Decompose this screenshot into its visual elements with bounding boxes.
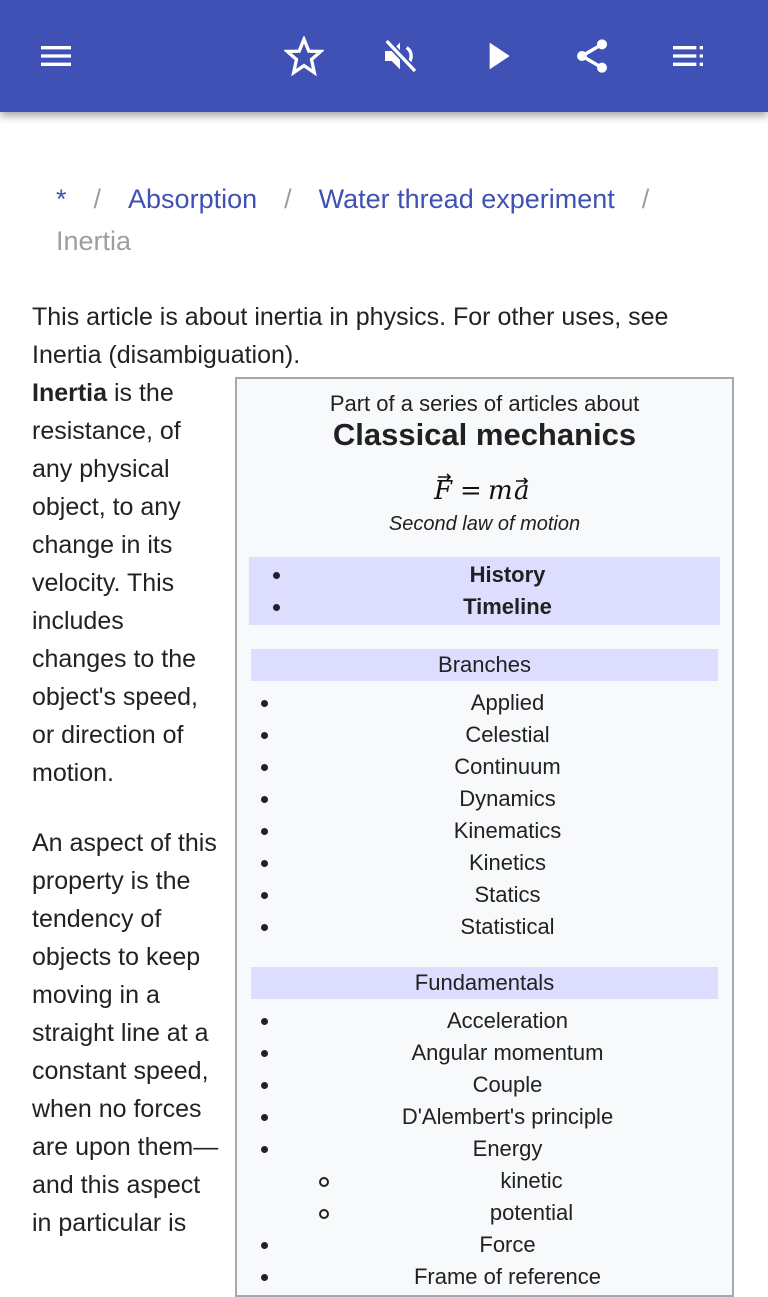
list-item[interactable]: Celestial: [237, 719, 732, 751]
list-item[interactable]: Applied: [237, 687, 732, 719]
list-item[interactable]: Couple: [237, 1069, 732, 1101]
branches-list: Applied Celestial Continuum Dynamics Kin…: [237, 687, 732, 943]
list-item[interactable]: Force: [237, 1229, 732, 1261]
breadcrumb-water-thread[interactable]: Water thread experiment: [319, 184, 615, 214]
formula-image: F = m a: [433, 473, 529, 506]
infobox-highlight: History Timeline: [249, 557, 720, 625]
menu-button[interactable]: [32, 32, 80, 80]
infobox-above: Part of a series of articles about: [329, 391, 640, 416]
share-icon: [577, 39, 607, 73]
article-body: Inertia is the resistance, of any physic…: [32, 374, 222, 1274]
volume-off-icon: [384, 38, 418, 74]
paragraph: Inertia is the resistance, of any physic…: [32, 374, 222, 792]
list-item[interactable]: Timeline: [249, 591, 720, 623]
play-icon: [489, 42, 510, 70]
list-item[interactable]: Statistical: [237, 911, 732, 943]
sub-list-item[interactable]: potential: [237, 1197, 732, 1229]
sub-list-item[interactable]: kinetic: [237, 1165, 732, 1197]
app-bar: [0, 0, 768, 112]
list-item[interactable]: D'Alembert's principle: [237, 1101, 732, 1133]
bookmark-button[interactable]: [280, 32, 328, 80]
list-item[interactable]: Continuum: [237, 751, 732, 783]
list-item[interactable]: Dynamics: [237, 783, 732, 815]
svg-text:F: F: [433, 476, 453, 506]
breadcrumb-home[interactable]: *: [56, 184, 67, 214]
term-bold: Inertia: [32, 379, 108, 407]
infobox-formula: F = m a: [237, 469, 732, 509]
list-item[interactable]: Energy: [237, 1133, 732, 1165]
paragraph-text: is the resistance, of any physical objec…: [32, 379, 198, 787]
list-item[interactable]: Kinematics: [237, 815, 732, 847]
list-item[interactable]: Angular momentum: [237, 1037, 732, 1069]
svg-text:=: =: [460, 476, 482, 506]
infobox-caption: Second law of motion: [388, 513, 581, 535]
star-icon: [284, 36, 324, 76]
breadcrumb: * / Absorption / Water thread experiment / Ine…: [56, 178, 736, 262]
fundamentals-list: Acceleration Angular momentum Couple D'A…: [237, 1005, 732, 1293]
paragraph: An aspect of this property is the tenden…: [32, 829, 219, 1237]
infobox-title[interactable]: Classical mechanics: [237, 417, 732, 453]
hatnote: This article is about inertia in physics…: [32, 303, 669, 369]
breadcrumb-separator: /: [641, 184, 650, 214]
list-item[interactable]: Frame of reference: [237, 1261, 732, 1293]
play-button[interactable]: [474, 32, 522, 80]
svg-text:m: m: [488, 476, 513, 506]
menu-icon: [41, 46, 71, 66]
list-item[interactable]: Acceleration: [237, 1005, 732, 1037]
share-button[interactable]: [568, 32, 616, 80]
breadcrumb-separator: /: [284, 184, 292, 214]
playlist-icon: [673, 46, 703, 66]
list-item[interactable]: Statics: [237, 879, 732, 911]
contents-button[interactable]: [664, 32, 712, 80]
infobox: Part of a series of articles about Class…: [235, 377, 734, 1297]
list-item[interactable]: Kinetics: [237, 847, 732, 879]
breadcrumb-separator: /: [93, 184, 102, 214]
mute-button[interactable]: [376, 32, 424, 80]
list-item[interactable]: History: [249, 559, 720, 591]
breadcrumb-current: Inertia: [56, 226, 132, 256]
section-header-fundamentals: Fundamentals: [251, 967, 718, 999]
section-header-branches: Branches: [251, 649, 718, 681]
breadcrumb-absorption[interactable]: Absorption: [128, 184, 257, 214]
